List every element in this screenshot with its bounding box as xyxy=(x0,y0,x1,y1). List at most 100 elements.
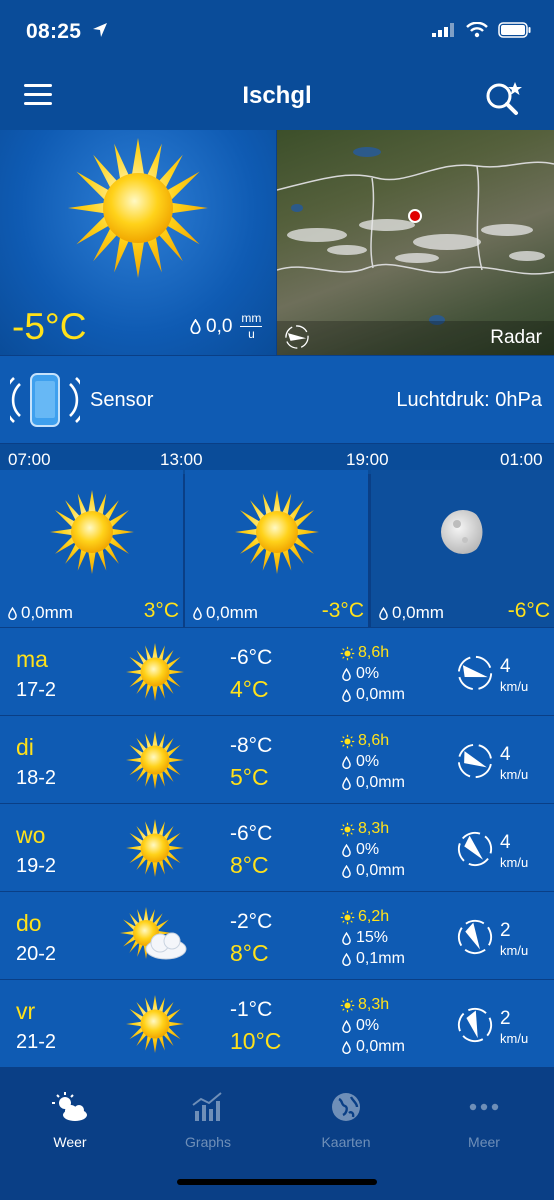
wind-unit: km/u xyxy=(500,855,529,870)
location-arrow-icon xyxy=(92,22,108,43)
hourly-block[interactable]: 0,0mm -6°C xyxy=(371,470,554,627)
time-label: 01:00 xyxy=(500,450,543,469)
wind-unit: km/u xyxy=(500,679,529,694)
tab-weer[interactable]: Weer xyxy=(10,1091,130,1150)
precip-amount-value: 0,0mm xyxy=(356,686,405,703)
day-row[interactable]: di 18-2 -8°C 5°C 8,6h 0% 0,0mm 4 km/u xyxy=(0,716,554,804)
hourly-block[interactable]: 0,0mm 3°C xyxy=(0,470,183,627)
globe-icon xyxy=(332,1093,360,1121)
wind-speed: 2 xyxy=(500,920,511,941)
sun-hours: 6,2h xyxy=(340,908,389,926)
hourly-precip: 0,0mm xyxy=(8,603,73,623)
current-precipitation: 0,0 mm u xyxy=(190,311,263,341)
day-name: di xyxy=(16,734,34,760)
drop-icon xyxy=(342,777,351,790)
day-name: do xyxy=(16,910,42,936)
wind-direction-icon xyxy=(453,651,497,695)
sun-cloud-icon xyxy=(120,907,187,960)
more-icon xyxy=(469,1103,499,1111)
day-name: ma xyxy=(16,646,48,672)
tab-label: Weer xyxy=(53,1134,87,1150)
current-temperature: -5°C xyxy=(12,306,87,347)
drop-icon xyxy=(379,607,388,620)
day-max-temp: 4°C xyxy=(230,676,269,702)
status-time: 08:25 xyxy=(26,20,82,43)
tab-kaarten[interactable]: Kaarten xyxy=(286,1091,406,1150)
sun-icon xyxy=(126,995,184,1053)
precip-amount-value: 0,0mm xyxy=(356,1038,405,1055)
day-max-temp: 10°C xyxy=(230,1028,282,1054)
precip-unit-top: mm xyxy=(241,311,262,325)
radar-map[interactable]: Radar xyxy=(277,130,554,355)
weather-icon xyxy=(52,1092,87,1121)
day-name: wo xyxy=(16,822,46,848)
tab-label: Meer xyxy=(468,1134,500,1150)
drop-icon xyxy=(193,607,202,620)
daily-forecast-list: ma 17-2 -6°C 4°C 8,6h 0% 0,0mm 4 km/u di… xyxy=(0,628,554,1068)
drop-icon xyxy=(342,844,351,857)
sun-small-icon xyxy=(340,910,355,925)
drop-icon xyxy=(342,932,351,945)
wifi-icon xyxy=(466,21,488,43)
precip-amount: 0,0mm xyxy=(342,686,405,704)
day-min-temp: -6°C xyxy=(230,822,273,845)
drop-icon xyxy=(342,953,351,966)
precip-chance-value: 0% xyxy=(356,753,380,770)
sun-hours: 8,3h xyxy=(340,820,389,838)
drop-icon xyxy=(342,1020,351,1033)
moon-icon xyxy=(441,510,489,554)
precip-amount: 0,0mm xyxy=(342,862,405,880)
day-min-temp: -6°C xyxy=(230,646,273,669)
time-label: 13:00 xyxy=(160,450,203,469)
sun-hours-value: 6,2h xyxy=(358,908,390,925)
precip-amount-value: 0,0mm xyxy=(356,862,405,879)
day-row[interactable]: vr 21-2 -1°C 10°C 8,3h 0% 0,0mm 2 km/u xyxy=(0,980,554,1068)
precip-chance-value: 0% xyxy=(356,665,380,682)
precip-chance-value: 15% xyxy=(356,929,389,946)
sun-hours-value: 8,3h xyxy=(358,820,390,837)
tab-meer[interactable]: Meer xyxy=(424,1091,544,1150)
day-row[interactable]: ma 17-2 -6°C 4°C 8,6h 0% 0,0mm 4 km/u xyxy=(0,628,554,716)
time-label: 19:00 xyxy=(346,450,389,469)
sun-icon xyxy=(235,490,319,574)
wind-direction-icon xyxy=(448,822,502,876)
sensor-row[interactable]: Sensor Luchtdruk: 0hPa xyxy=(0,356,554,443)
drop-icon xyxy=(8,607,17,620)
day-min-temp: -1°C xyxy=(230,998,273,1021)
day-date: 19-2 xyxy=(16,855,57,877)
precip-chance: 15% xyxy=(342,929,388,947)
day-row[interactable]: do 20-2 -2°C 8°C 6,2h 15% 0,1mm 2 km/u xyxy=(0,892,554,980)
precip-unit-bottom: u xyxy=(248,327,255,341)
battery-icon xyxy=(498,22,532,43)
precip-chance-value: 0% xyxy=(356,841,380,858)
sun-hours: 8,6h xyxy=(340,644,389,662)
hourly-precip-value: 0,0mm xyxy=(21,603,73,622)
tab-graphs[interactable]: Graphs xyxy=(148,1091,268,1150)
wind-direction-icon xyxy=(451,737,500,786)
drop-icon xyxy=(190,319,201,334)
wind-speed: 4 xyxy=(500,744,511,765)
precip-chance: 0% xyxy=(342,1017,379,1035)
drop-icon xyxy=(342,865,351,878)
search-location-icon[interactable] xyxy=(484,80,524,116)
app-header: 08:25 Ischgl xyxy=(0,0,554,130)
home-indicator[interactable] xyxy=(177,1179,377,1185)
wind-speed: 2 xyxy=(500,1008,511,1029)
hourly-block[interactable]: 0,0mm -3°C xyxy=(185,470,368,627)
day-date: 17-2 xyxy=(16,679,57,701)
precip-unit: mm u xyxy=(240,311,263,341)
hourly-temp: -3°C xyxy=(321,599,364,622)
sun-hours: 8,6h xyxy=(340,732,389,750)
day-row[interactable]: wo 19-2 -6°C 8°C 8,3h 0% 0,0mm 4 km/u xyxy=(0,804,554,892)
sun-hours-value: 8,6h xyxy=(358,644,390,661)
wind-unit: km/u xyxy=(500,1031,529,1046)
radar-wind-icon xyxy=(283,324,311,350)
precip-amount-value: 0,1mm xyxy=(356,950,405,967)
day-max-temp: 5°C xyxy=(230,764,269,790)
sun-hours-value: 8,3h xyxy=(358,996,390,1013)
tab-label: Kaarten xyxy=(321,1134,371,1150)
sun-small-icon xyxy=(340,998,355,1013)
current-precip-value: 0,0 xyxy=(206,315,233,337)
day-max-temp: 8°C xyxy=(230,852,269,878)
hourly-temp: 3°C xyxy=(143,599,179,622)
